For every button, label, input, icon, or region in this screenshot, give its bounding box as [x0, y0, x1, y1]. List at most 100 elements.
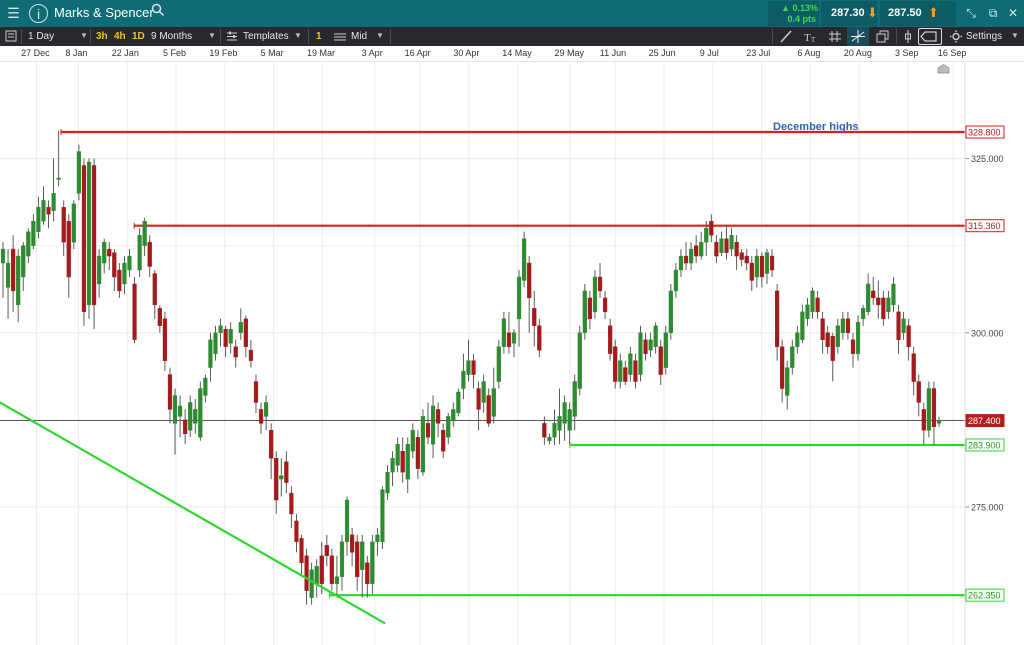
candle-body	[688, 248, 694, 264]
candle-body	[496, 346, 501, 382]
candle-body	[355, 541, 360, 577]
candle-body	[754, 255, 759, 278]
candle-body	[623, 367, 628, 382]
candle-body	[213, 332, 218, 354]
candle-body	[430, 405, 436, 445]
candle-body	[167, 374, 173, 410]
candle-body	[840, 318, 845, 333]
candle-body	[258, 409, 264, 424]
candle-body	[891, 283, 896, 306]
chart-annotation: December highs	[773, 121, 859, 133]
candle-body	[400, 451, 405, 473]
trendline	[0, 401, 386, 625]
candle-body	[314, 566, 319, 584]
candle-body	[931, 388, 937, 428]
candle-body	[592, 276, 598, 313]
candle-body	[81, 165, 87, 313]
candle-body	[769, 255, 775, 271]
candle-body	[855, 322, 861, 354]
candle-body	[188, 402, 193, 431]
candle-body	[91, 165, 97, 306]
candle-body	[471, 360, 476, 375]
candle-body	[729, 234, 734, 250]
candle-body	[127, 255, 132, 271]
candle-body	[602, 297, 608, 313]
candle-body	[547, 437, 552, 441]
candle-body	[921, 409, 926, 431]
candle-body	[486, 395, 491, 424]
candle-body	[618, 360, 623, 382]
candle-body	[658, 346, 663, 375]
candle-body	[309, 569, 314, 598]
candle-body	[542, 423, 547, 438]
candle-body	[830, 336, 835, 361]
candle-body	[785, 367, 790, 396]
candle-body	[557, 416, 562, 431]
candle-body	[613, 346, 618, 382]
candle-body	[107, 248, 112, 257]
candle-body	[375, 534, 380, 543]
candle-body	[284, 461, 289, 483]
candle-body	[643, 339, 648, 354]
candle-body	[552, 423, 557, 438]
candle-body	[653, 325, 658, 347]
candle-body	[714, 241, 719, 257]
support-level-label: 283.900	[968, 440, 1001, 450]
candle-body	[365, 562, 370, 584]
candle-body	[861, 308, 866, 320]
candle-body	[582, 290, 587, 333]
candle-body	[628, 353, 633, 375]
candle-body	[446, 416, 451, 438]
candle-body	[385, 471, 390, 494]
candle-body	[137, 234, 142, 271]
candle-body	[31, 221, 36, 246]
candle-body	[896, 311, 901, 340]
candle-body	[36, 207, 41, 232]
candle-body	[279, 475, 284, 480]
candle-body	[26, 231, 31, 257]
candle-body	[289, 492, 294, 515]
resistance-level-label: 315.360	[968, 221, 1001, 231]
resistance-level-label: 328.800	[968, 128, 1001, 138]
candle-body	[360, 541, 365, 570]
candle-body	[248, 349, 254, 361]
price-chart[interactable]: 325.000 300.000 275.000 328.800 315.360 283.9…	[0, 0, 1024, 645]
candle-body	[800, 311, 805, 340]
candle-body	[491, 388, 496, 417]
candle-body	[253, 381, 259, 403]
last-price-label: 287.400	[968, 416, 1001, 426]
candle-body	[739, 252, 744, 260]
candle-body	[587, 297, 592, 320]
candle-body	[405, 444, 410, 480]
candle-body	[425, 423, 431, 438]
candle-body	[370, 541, 375, 584]
chart-window: ☰ i Marks & Spencer ▲ 0.13% 0.4 pts 287.…	[0, 0, 1024, 645]
candle-body	[334, 576, 340, 584]
candle-body	[203, 377, 208, 396]
candle-body	[881, 297, 886, 320]
candle-body	[441, 430, 446, 452]
candle-body	[901, 318, 906, 333]
candle-body	[294, 520, 299, 543]
candle-body	[329, 555, 334, 584]
candle-body	[5, 262, 11, 288]
candle-body	[633, 360, 638, 382]
candle-body	[522, 238, 527, 281]
candle-body	[461, 370, 466, 389]
candle-body	[415, 437, 420, 469]
candle-body	[344, 499, 350, 543]
candle-body	[774, 290, 780, 347]
candle-body	[876, 297, 881, 306]
candle-body	[694, 245, 699, 257]
candle-body	[51, 193, 56, 211]
candle-body	[208, 339, 213, 368]
price-tick-label: 300.000	[971, 328, 1004, 338]
candle-body	[71, 203, 76, 243]
candle-body	[233, 346, 238, 358]
candle-body	[516, 276, 522, 320]
candle-body	[102, 241, 107, 264]
candle-body	[61, 207, 66, 243]
candle-body	[112, 252, 117, 278]
scroll-handle-icon[interactable]	[937, 61, 950, 74]
candle-body	[572, 381, 577, 417]
